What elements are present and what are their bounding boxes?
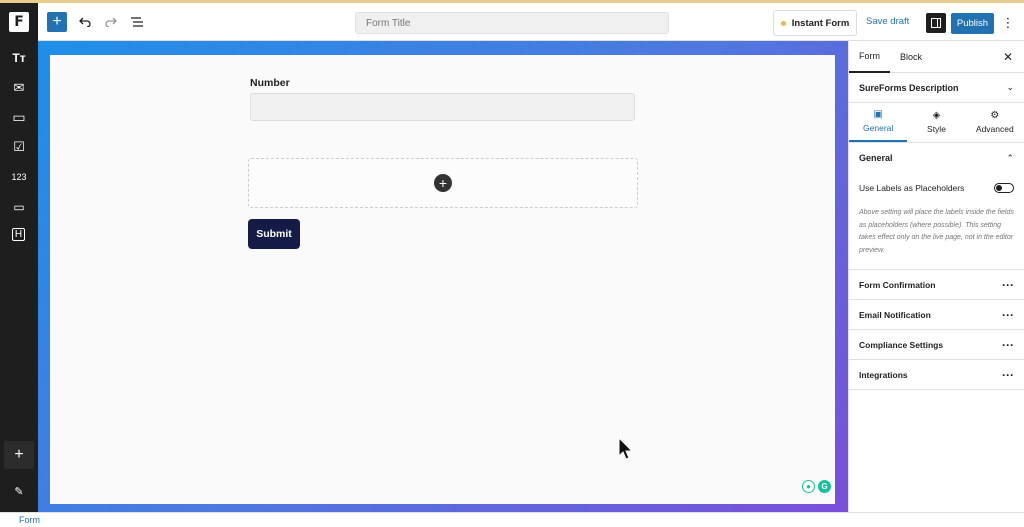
instant-form-button[interactable]: Instant Form [773,10,857,36]
heading-icon[interactable]: H [12,228,25,241]
subtab-advanced-label: Advanced [975,124,1014,134]
integrations-row[interactable]: Integrations ··· [849,360,1024,390]
redo-icon[interactable] [103,14,119,30]
canvas-background: Number + Submit ● G [38,41,848,512]
form-title-input[interactable]: Form Title [355,12,669,34]
tab-form[interactable]: Form [849,41,890,73]
close-icon[interactable]: ✕ [1003,50,1013,64]
general-title: General [859,153,893,163]
editor-header: F + Form Title Instant Form Save draft P… [0,2,1024,41]
add-block-button[interactable]: + [4,441,34,469]
integrations-label: Integrations [859,369,908,380]
more-options-icon[interactable]: ··· [1002,278,1014,292]
settings-panel: Form Block ✕ SureForms Description ⌄ ▣ G… [848,41,1024,512]
paint-bucket-icon: ◈ [932,110,941,121]
use-labels-toggle[interactable] [994,183,1014,193]
general-section-header[interactable]: General ⌃ [849,143,1024,173]
subtab-style[interactable]: ◈ Style [907,103,965,142]
grammarly-widget[interactable]: ● G [802,480,831,493]
subtab-advanced[interactable]: ⚙ Advanced [966,103,1024,142]
more-options-icon[interactable]: ··· [1002,368,1014,382]
number-field-input[interactable] [250,93,635,121]
dropdown-icon[interactable]: ▭ [9,198,29,216]
block-appender[interactable]: + [248,158,638,208]
description-section-header[interactable]: SureForms Description ⌄ [849,73,1024,103]
undo-icon[interactable] [77,14,93,30]
description-title: SureForms Description [859,82,959,93]
compliance-settings-row[interactable]: Compliance Settings ··· [849,330,1024,360]
placeholder-toggle-row: Use Labels as Placeholders [849,173,1024,203]
form-canvas: Number + Submit ● G [50,55,835,504]
block-sidebar: Tт ✉ ▭ ☑ 123 ▭ H + ✎ [0,41,38,512]
settings-subtabs: ▣ General ◈ Style ⚙ Advanced [849,103,1024,143]
textarea-icon[interactable]: ▭ [9,108,29,126]
settings-panel-toggle-button[interactable] [926,13,946,33]
status-dot-icon [780,20,786,26]
compliance-settings-label: Compliance Settings [859,339,944,350]
chevron-up-icon: ⌃ [1006,152,1014,163]
number-field-label: Number [250,77,290,89]
pen-icon[interactable]: ✎ [9,482,29,500]
grammarly-pin-icon[interactable]: ● [802,480,815,493]
more-options-icon[interactable]: ··· [1002,338,1014,352]
form-confirmation-row[interactable]: Form Confirmation ··· [849,270,1024,300]
mouse-cursor-icon [618,437,634,460]
save-draft-button[interactable]: Save draft [866,16,909,27]
subtab-general[interactable]: ▣ General [849,103,908,142]
subtab-style-label: Style [927,124,946,134]
more-options-icon[interactable]: ··· [1002,308,1014,322]
list-view-icon[interactable] [129,14,145,30]
general-icon: ▣ [873,109,883,120]
sidebar-icon [931,18,941,28]
checkbox-icon[interactable]: ☑ [9,138,29,156]
gear-icon: ⚙ [990,110,1000,121]
plus-circle-icon[interactable]: + [434,174,452,192]
sureforms-logo-button[interactable]: F [0,2,38,41]
tab-block[interactable]: Block [890,41,932,73]
subtab-general-label: General [863,123,894,133]
submit-button[interactable]: Submit [248,219,300,249]
form-confirmation-label: Form Confirmation [859,279,936,290]
email-icon[interactable]: ✉ [9,79,29,97]
help-text: Above setting will place the labels insi… [849,203,1024,270]
chevron-down-icon: ⌄ [1006,82,1014,92]
instant-form-label: Instant Form [791,17,850,29]
toggle-label: Use Labels as Placeholders [859,183,965,193]
grammarly-g-icon[interactable]: G [818,480,831,493]
breadcrumb[interactable]: Form [19,515,40,525]
publish-button[interactable]: Publish [951,13,994,34]
text-icon[interactable]: Tт [9,49,29,67]
number-icon[interactable]: 123 [9,168,29,186]
footer-breadcrumb-bar: Form [0,512,1024,527]
add-block-toggle-button[interactable]: + [47,11,67,32]
email-notification-row[interactable]: Email Notification ··· [849,300,1024,330]
email-notification-label: Email Notification [859,309,931,320]
sureforms-logo-icon: F [9,11,29,32]
panel-tabs: Form Block ✕ [849,41,1024,73]
more-options-icon[interactable]: ⋮ [1002,14,1015,32]
